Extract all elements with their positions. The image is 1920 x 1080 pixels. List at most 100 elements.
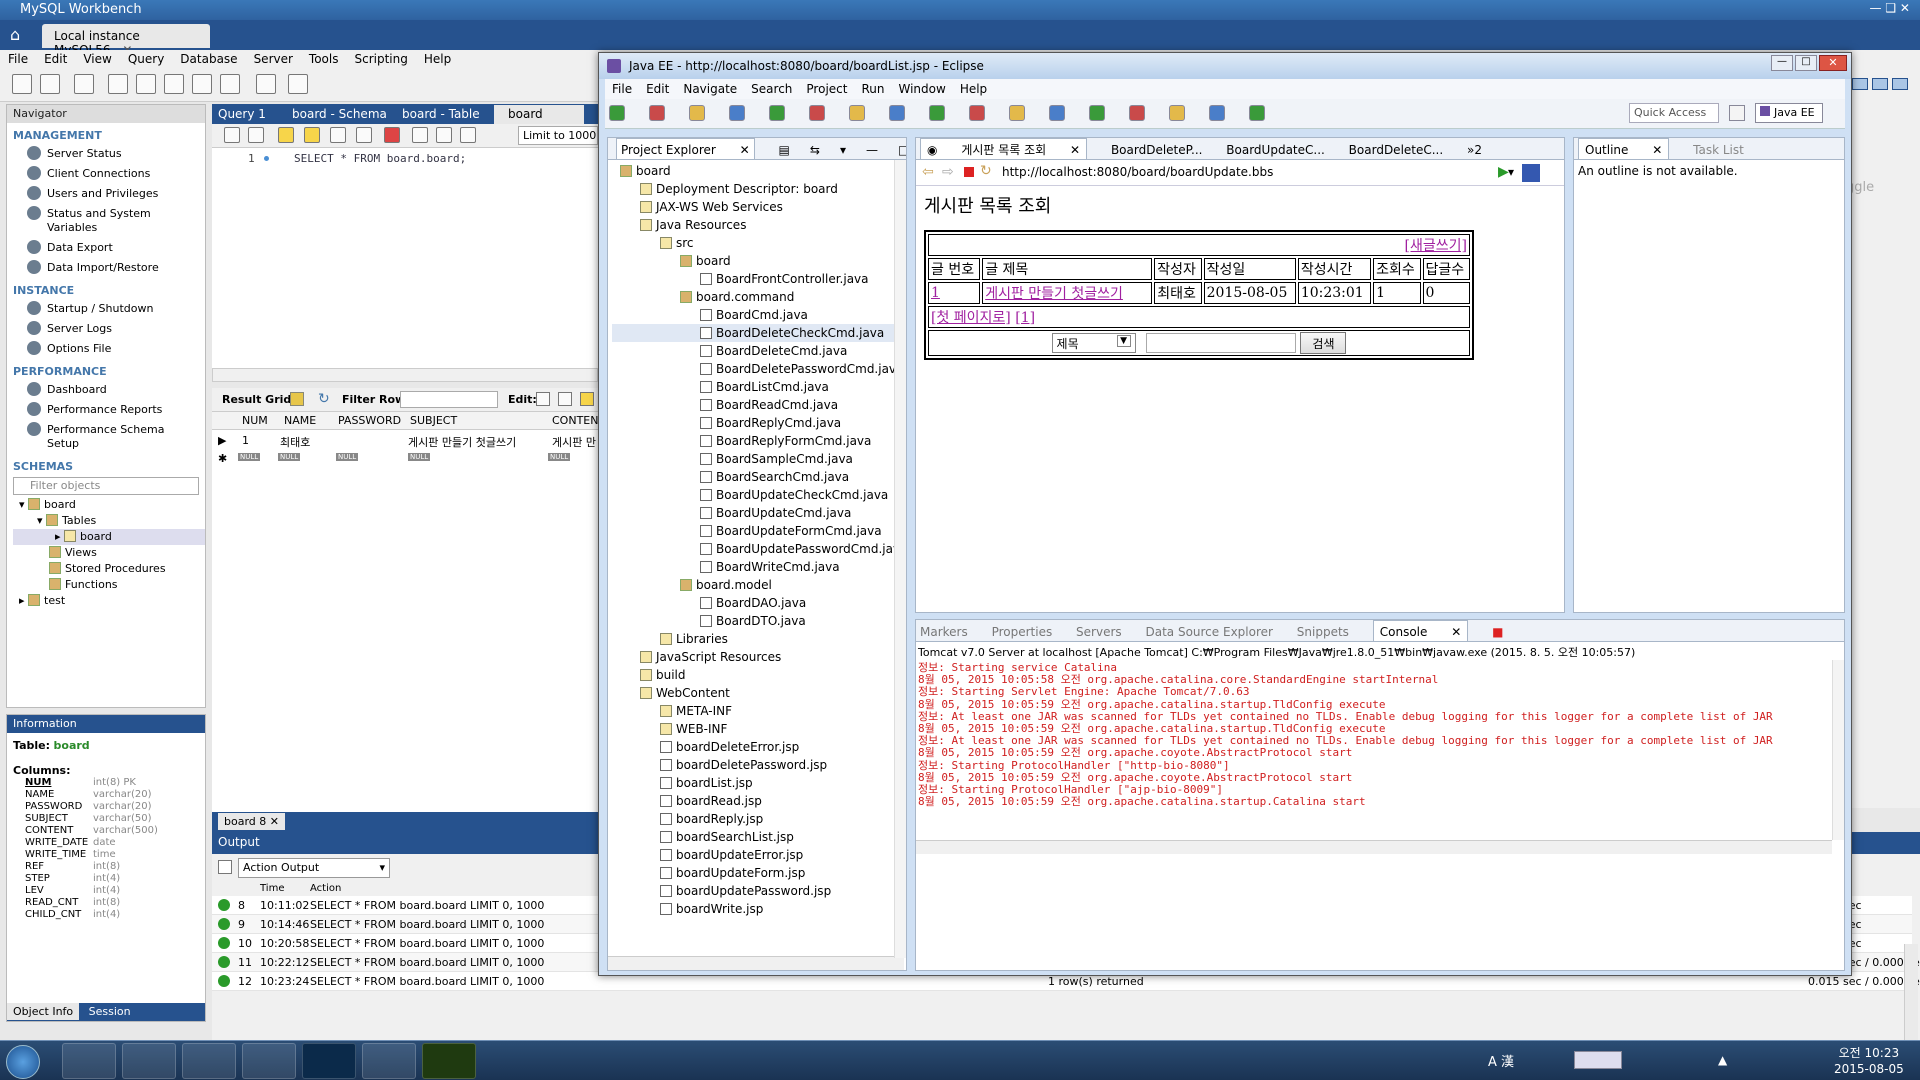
messenger-icon[interactable]: [362, 1043, 416, 1079]
console-vscrollbar[interactable]: [1832, 660, 1844, 840]
post-num-link[interactable]: 1: [931, 285, 940, 301]
search-field-select[interactable]: 제목 ▼: [1051, 333, 1136, 353]
tree-item[interactable]: BoardDeleteCmd.java: [612, 342, 902, 360]
open-sql-file-icon[interactable]: [40, 74, 60, 94]
tree-board-table[interactable]: ▸ board: [13, 529, 205, 545]
menu-file[interactable]: File: [0, 50, 36, 68]
console-output[interactable]: 정보: Starting service Catalina 8월 05, 2015…: [916, 662, 1844, 852]
java-ee-perspective-button[interactable]: Java EE: [1755, 103, 1823, 123]
terminate-icon[interactable]: ■: [1492, 621, 1503, 641]
limit-rows-select[interactable]: Limit to 1000 rows: [518, 126, 598, 145]
menu-scripting[interactable]: Scripting: [346, 50, 415, 68]
project-hscrollbar[interactable]: [608, 956, 904, 970]
nav-server-status[interactable]: Server Status: [7, 144, 205, 164]
tree-item[interactable]: src: [612, 234, 902, 252]
create-table-icon[interactable]: [136, 74, 156, 94]
result-grid-label[interactable]: Result Grid: [222, 393, 291, 406]
home-icon[interactable]: ⌂: [10, 26, 32, 44]
tree-item[interactable]: boardSearchList.jsp: [612, 828, 902, 846]
menu-window[interactable]: Window: [891, 79, 952, 99]
menu-help[interactable]: Help: [416, 50, 459, 68]
tab-markers[interactable]: Markers: [920, 621, 968, 641]
nav-options-file[interactable]: Options File: [7, 339, 205, 359]
minimize-icon[interactable]: —: [866, 139, 878, 159]
tree-test-schema[interactable]: ▸ test: [13, 593, 205, 609]
tree-item[interactable]: BoardListCmd.java: [612, 378, 902, 396]
close-icon[interactable]: ✕: [1819, 55, 1847, 71]
quick-access-input[interactable]: Quick Access: [1629, 103, 1719, 123]
tree-item[interactable]: board: [612, 252, 902, 270]
nav-startup-shutdown[interactable]: Startup / Shutdown: [7, 299, 205, 319]
inspector-icon[interactable]: [74, 74, 94, 94]
minimize-icon[interactable]: —: [1771, 55, 1793, 71]
mysql-workbench-icon[interactable]: [182, 1043, 236, 1079]
edit-row-icon[interactable]: [536, 392, 550, 406]
tree-item[interactable]: BoardFrontController.java: [612, 270, 902, 288]
menu-edit[interactable]: Edit: [639, 79, 676, 99]
tree-item[interactable]: BoardDeleteCheckCmd.java: [612, 324, 902, 342]
col-name[interactable]: NAME: [284, 414, 316, 427]
execute-icon[interactable]: [278, 127, 294, 143]
nav-data-export[interactable]: Data Export: [7, 238, 205, 258]
tree-item[interactable]: BoardSearchCmd.java: [612, 468, 902, 486]
save-icon[interactable]: [248, 127, 264, 143]
search-button[interactable]: 검색: [1300, 332, 1347, 354]
create-procedure-icon[interactable]: [192, 74, 212, 94]
view-menu-icon[interactable]: ▾: [840, 139, 846, 159]
tree-item[interactable]: WebContent: [612, 684, 902, 702]
filter-objects-input[interactable]: Filter objects: [13, 477, 199, 495]
col-num[interactable]: NUM: [242, 414, 268, 427]
window-controls[interactable]: — ❑ ✕: [1870, 1, 1910, 15]
search-table-icon[interactable]: [256, 74, 276, 94]
menu-server[interactable]: Server: [246, 50, 301, 68]
tree-item[interactable]: BoardCmd.java: [612, 306, 902, 324]
cell-subject[interactable]: 게시판 만들기 첫글쓰기: [408, 434, 516, 450]
tree-functions[interactable]: Functions: [13, 577, 205, 593]
print-icon[interactable]: [729, 105, 745, 121]
post-title-link[interactable]: 게시판 만들기 첫글쓰기: [985, 286, 1123, 302]
sql-editor[interactable]: 1 SELECT * FROM board.board;: [212, 148, 598, 368]
delete-row-icon[interactable]: [580, 392, 594, 406]
output-type-select[interactable]: Action Output ▾: [238, 858, 390, 878]
tree-item[interactable]: boardRead.jsp: [612, 792, 902, 810]
close-icon[interactable]: ✕: [270, 815, 279, 828]
go-icon[interactable]: ▶: [1498, 164, 1509, 180]
layout-icon[interactable]: [1852, 78, 1868, 90]
tree-views[interactable]: Views: [13, 545, 205, 561]
photoshop-icon[interactable]: [302, 1043, 356, 1079]
grid-icon[interactable]: [290, 392, 304, 406]
console-hscrollbar[interactable]: [916, 840, 1832, 854]
col-subject[interactable]: SUBJECT: [410, 414, 457, 427]
maximize-icon[interactable]: □: [898, 139, 906, 159]
utorrent-icon[interactable]: [122, 1043, 176, 1079]
next-annotation-icon[interactable]: [1129, 105, 1145, 121]
tree-item[interactable]: boardUpdatePassword.jsp: [612, 882, 902, 900]
url-input[interactable]: http://localhost:8080/board/boardUpdate.…: [998, 163, 1518, 183]
back-icon[interactable]: ⇦: [922, 164, 934, 180]
rollback-icon[interactable]: [436, 127, 452, 143]
open-file-icon[interactable]: [224, 127, 240, 143]
create-schema-icon[interactable]: [108, 74, 128, 94]
execute-current-icon[interactable]: [304, 127, 320, 143]
editor-hscrollbar[interactable]: [212, 368, 598, 382]
refresh-icon[interactable]: ↻: [318, 391, 330, 407]
col-password[interactable]: PASSWORD: [338, 414, 401, 427]
build-icon[interactable]: [849, 105, 865, 121]
refresh-icon[interactable]: ↻: [980, 163, 992, 179]
menu-tools[interactable]: Tools: [301, 50, 347, 68]
tab-session[interactable]: Session: [83, 1003, 137, 1020]
prev-annotation-icon[interactable]: [1089, 105, 1105, 121]
tab-board-table[interactable]: board - Table: [402, 107, 480, 121]
filter-rows-input[interactable]: [400, 391, 498, 408]
pin-icon[interactable]: [1169, 105, 1185, 121]
toggle-stop-icon[interactable]: [384, 127, 400, 143]
menu-view[interactable]: View: [75, 50, 119, 68]
maximize-icon[interactable]: □: [1795, 55, 1817, 71]
nav-performance-reports[interactable]: Performance Reports: [7, 400, 205, 420]
create-view-icon[interactable]: [164, 74, 184, 94]
tab-query-1[interactable]: Query 1: [218, 107, 266, 121]
eclipse-icon[interactable]: [242, 1043, 296, 1079]
tree-item[interactable]: board.model: [612, 576, 902, 594]
tab-board-delete-c[interactable]: BoardDeleteC...: [1349, 139, 1444, 159]
cell-num[interactable]: 1: [242, 434, 249, 447]
